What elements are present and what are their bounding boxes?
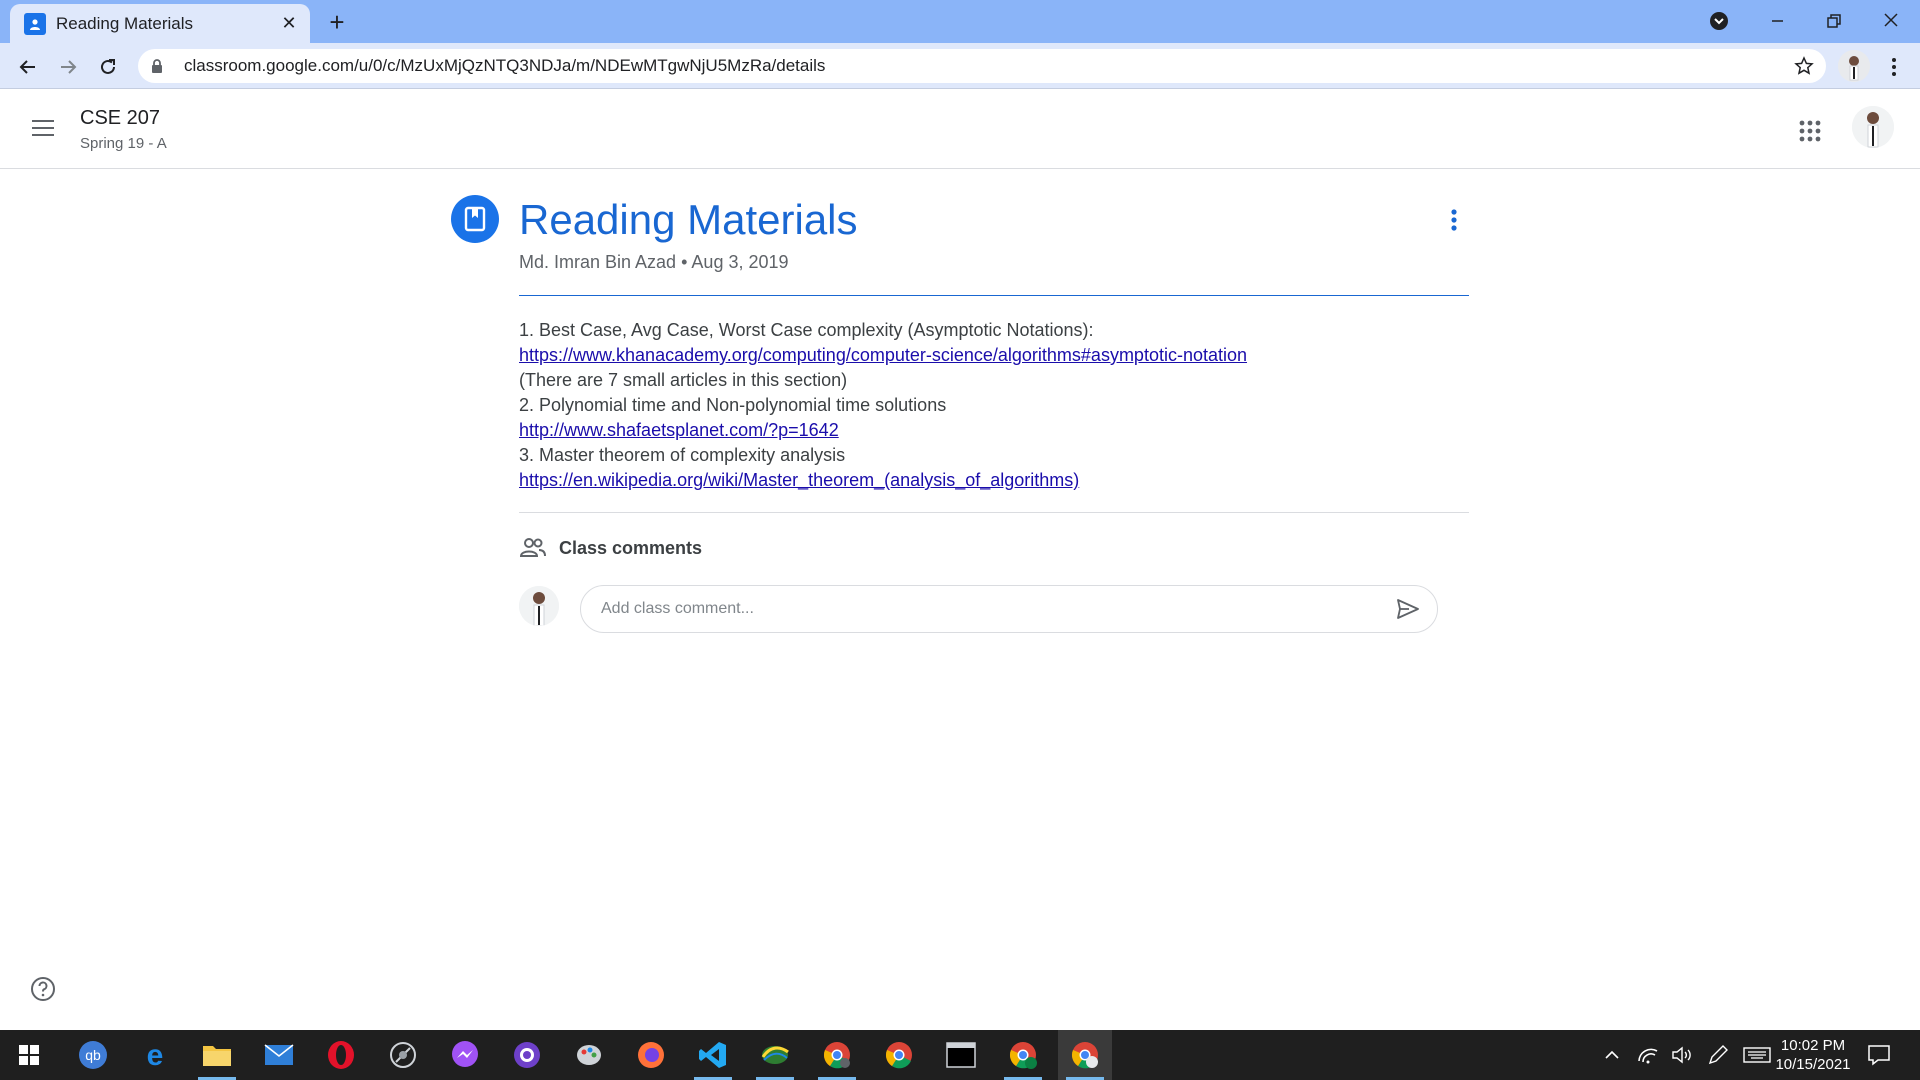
meta-separator: •	[681, 252, 688, 272]
body-line: 1. Best Case, Avg Case, Worst Case compl…	[519, 320, 1094, 340]
chrome-profile-icon[interactable]	[810, 1030, 864, 1080]
course-name[interactable]: CSE 207	[80, 107, 160, 130]
messenger-icon[interactable]	[438, 1030, 492, 1080]
body-divider	[519, 512, 1469, 513]
notification-icon[interactable]	[1866, 1042, 1892, 1068]
wifi-icon[interactable]	[1636, 1043, 1660, 1067]
pen-icon[interactable]	[1706, 1043, 1730, 1067]
title-divider	[519, 295, 1469, 296]
edge-icon[interactable]: e	[128, 1030, 182, 1080]
post-meta: Md. Imran Bin Azad • Aug 3, 2019	[519, 252, 789, 273]
chrome-ek-profile-icon[interactable]	[996, 1030, 1050, 1080]
minimize-icon[interactable]	[1762, 6, 1792, 36]
terminal-icon[interactable]	[934, 1030, 988, 1080]
browser-tab-strip: Reading Materials ✕ +	[0, 0, 1920, 43]
bookmark-star-icon[interactable]	[1794, 56, 1814, 76]
lock-icon[interactable]	[150, 58, 168, 74]
system-clock[interactable]: 10:02 PM 10/15/2021	[1772, 1036, 1854, 1074]
mail-icon[interactable]	[252, 1030, 306, 1080]
post-author: Md. Imran Bin Azad	[519, 252, 677, 272]
people-icon	[519, 536, 547, 560]
browser-tab[interactable]: Reading Materials ✕	[10, 4, 310, 43]
account-avatar[interactable]	[1852, 106, 1894, 148]
classroom-favicon-icon	[24, 12, 46, 35]
touch-keyboard-icon[interactable]	[1742, 1043, 1772, 1067]
satellite-app-icon[interactable]	[376, 1030, 430, 1080]
restore-icon[interactable]	[1818, 6, 1848, 36]
chrome-icon[interactable]	[872, 1030, 926, 1080]
class-comment-input[interactable]	[601, 600, 1395, 618]
class-comments-label: Class comments	[559, 537, 703, 558]
show-hidden-icons-chevron-icon[interactable]	[1600, 1043, 1624, 1067]
chrome-menu-icon[interactable]	[1880, 53, 1908, 81]
system-tray	[1600, 1030, 1772, 1080]
comment-box	[580, 585, 1438, 633]
volume-icon[interactable]	[1670, 1043, 1694, 1067]
post-date: Aug 3, 2019	[691, 252, 789, 272]
more-options-icon[interactable]	[1440, 205, 1468, 235]
chrome-active-window-icon[interactable]	[1058, 1030, 1112, 1080]
url-text[interactable]: classroom.google.com/u/0/c/MzUxMjQzNTQ3N…	[184, 56, 1794, 76]
body-link[interactable]: https://en.wikipedia.org/wiki/Master_the…	[519, 470, 1079, 490]
browser-toolbar: classroom.google.com/u/0/c/MzUxMjQzNTQ3N…	[0, 43, 1920, 89]
qbittorrent-icon[interactable]: qb	[66, 1030, 120, 1080]
windows-taskbar: qb e 10:02 PM 10/15/2021	[0, 1030, 1920, 1080]
github-desktop-icon[interactable]	[500, 1030, 554, 1080]
class-comments-header: Class comments	[519, 536, 702, 560]
browser-profile-avatar[interactable]	[1838, 50, 1870, 82]
main-menu-icon[interactable]	[30, 116, 58, 140]
back-arrow-icon[interactable]	[14, 53, 42, 81]
body-line: 2. Polynomial time and Non-polynomial ti…	[519, 395, 947, 415]
course-section: Spring 19 - A	[80, 135, 167, 152]
help-icon[interactable]	[30, 976, 56, 1002]
svg-text:qb: qb	[85, 1047, 101, 1063]
post-body: 1. Best Case, Avg Case, Worst Case compl…	[519, 318, 1247, 493]
commenter-avatar	[519, 586, 559, 626]
svg-text:e: e	[147, 1040, 164, 1070]
tab-close-icon[interactable]: ✕	[278, 13, 300, 34]
tab-title: Reading Materials	[56, 13, 194, 33]
send-icon[interactable]	[1395, 596, 1421, 622]
classroom-header: CSE 207 Spring 19 - A	[0, 89, 1920, 169]
clock-time: 10:02 PM	[1780, 1037, 1846, 1054]
forward-arrow-icon[interactable]	[54, 53, 82, 81]
post-title: Reading Materials	[519, 196, 858, 243]
body-line: 3. Master theorem of complexity analysis	[519, 445, 846, 465]
body-link[interactable]: http://www.shafaetsplanet.com/?p=1642	[519, 420, 839, 440]
close-window-icon[interactable]	[1876, 6, 1906, 36]
earth-app-icon[interactable]	[748, 1030, 802, 1080]
windows-start-icon[interactable]	[2, 1030, 56, 1080]
address-bar[interactable]: classroom.google.com/u/0/c/MzUxMjQzNTQ3N…	[138, 49, 1826, 83]
clock-date: 10/15/2021	[1775, 1056, 1851, 1073]
material-icon	[451, 195, 499, 243]
paint-icon[interactable]	[562, 1030, 616, 1080]
file-explorer-icon[interactable]	[190, 1030, 244, 1080]
tab-search-icon[interactable]	[1708, 6, 1734, 36]
body-line: (There are 7 small articles in this sect…	[519, 370, 848, 390]
google-apps-icon[interactable]	[1796, 117, 1824, 145]
opera-icon[interactable]	[314, 1030, 368, 1080]
new-tab-button[interactable]: +	[322, 8, 352, 38]
reload-icon[interactable]	[94, 53, 122, 81]
firefox-icon[interactable]	[624, 1030, 678, 1080]
vscode-icon[interactable]	[686, 1030, 740, 1080]
body-link[interactable]: https://www.khanacademy.org/computing/co…	[519, 345, 1247, 365]
